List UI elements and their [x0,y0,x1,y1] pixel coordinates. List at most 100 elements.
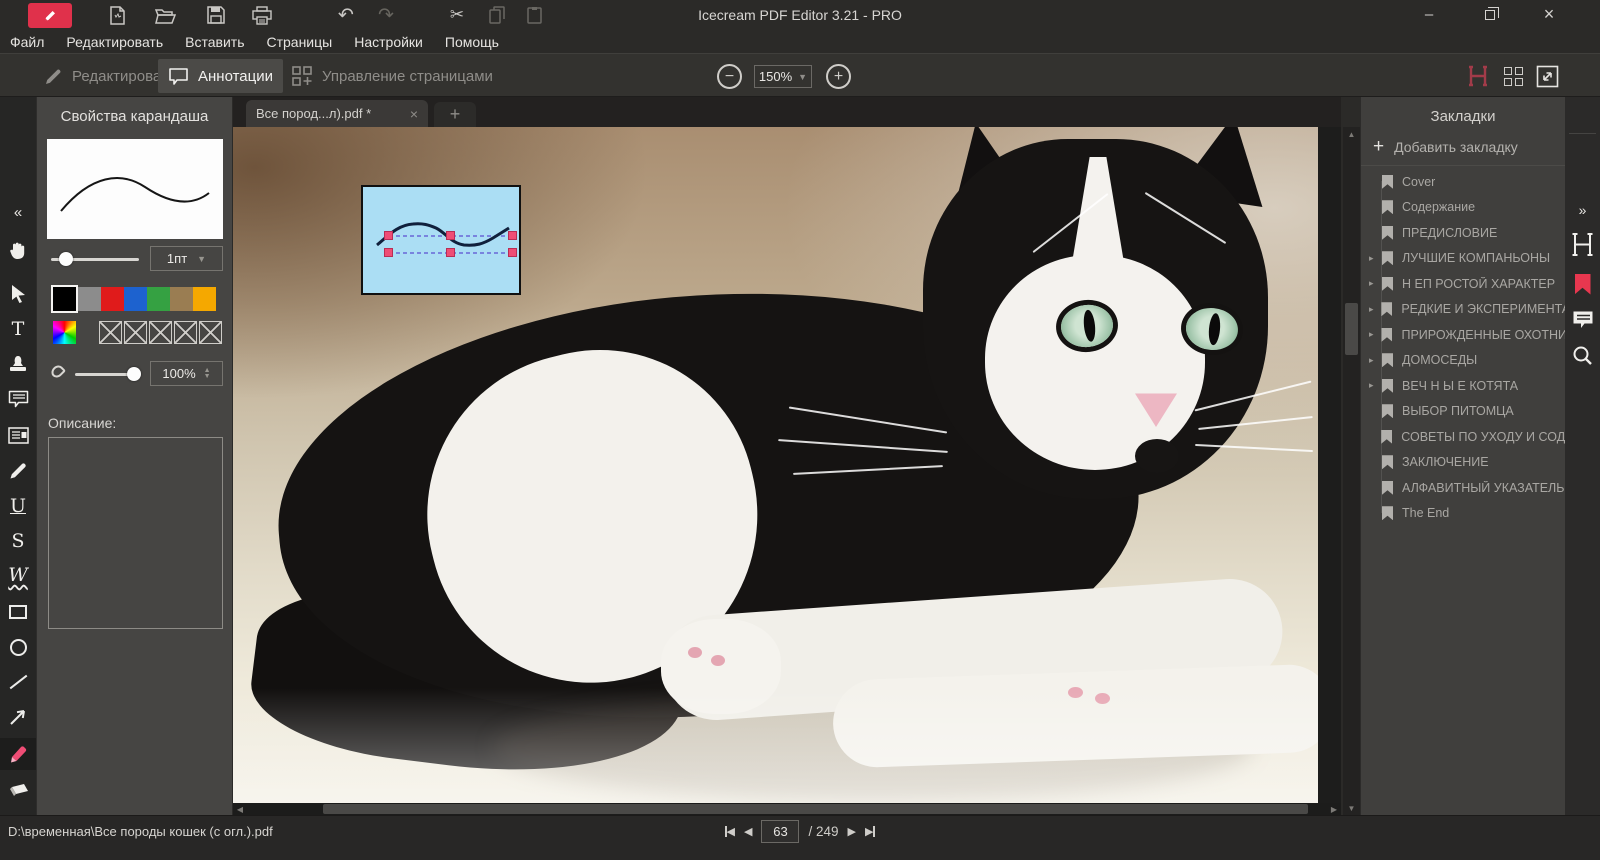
squiggly-underline-tool[interactable]: W [0,559,36,591]
rectangle-tool[interactable] [0,596,36,628]
collapse-right-panel-button[interactable]: » [1565,195,1600,225]
add-bookmark-button[interactable]: + Добавить закладку [1373,137,1518,156]
empty-swatch[interactable] [99,321,122,344]
pencil-draw-tool[interactable] [0,454,36,486]
first-page-button[interactable]: ◀ [724,825,735,838]
custom-color-picker[interactable] [53,321,76,344]
text-tool[interactable]: T [0,313,36,345]
menu-settings[interactable]: Настройки [354,34,423,50]
zoom-level-select[interactable]: 150% ▼ [754,65,812,88]
selection-handle[interactable] [508,248,517,257]
next-page-button[interactable]: ▶ [848,825,856,838]
previous-page-button[interactable]: ◀ [744,825,752,838]
menu-edit[interactable]: Редактировать [66,34,163,50]
grid-view-icon[interactable] [1500,63,1526,89]
bookmark-item[interactable]: ▸ ЛУЧШИЕ КОМПАНЬОНЫ [1361,246,1566,272]
bookmark-item[interactable]: ▸ Н ЕП РОСТОЙ ХАРАКТЕР [1361,271,1566,297]
selection-handle[interactable] [446,231,455,240]
width-select[interactable]: 1пт ▼ [150,246,223,271]
expand-icon[interactable]: ▸ [1369,304,1376,315]
single-page-view-icon[interactable] [1465,63,1491,89]
empty-swatch[interactable] [199,321,222,344]
mode-annotations-button[interactable]: Аннотации [158,59,283,93]
bookmark-item[interactable]: ▸ РЕДКИЕ И ЭКСПЕРИМЕНТА... [1361,297,1566,323]
vertical-scroll-thumb[interactable] [1345,303,1358,355]
stamp-tool[interactable] [0,348,36,380]
color-swatch-green[interactable] [147,287,170,311]
bookmark-item[interactable]: ▸Cover [1361,169,1566,195]
line-tool[interactable] [0,666,36,698]
color-swatch-orange[interactable] [193,287,216,311]
bookmark-item[interactable]: ▸СОВЕТЫ ПО УХОДУ И СОДЕ... [1361,424,1566,450]
highlighter-tool[interactable] [0,738,36,770]
close-button[interactable]: × [1527,0,1571,29]
color-swatch-blue[interactable] [124,287,147,311]
opacity-slider[interactable] [75,367,141,381]
zoom-in-button[interactable]: + [826,64,851,89]
empty-swatch[interactable] [124,321,147,344]
selection-handle[interactable] [508,231,517,240]
scroll-left-icon[interactable]: ◀ [233,803,247,815]
bookmark-item[interactable]: ▸Содержание [1361,195,1566,221]
arrow-tool[interactable] [0,701,36,733]
empty-swatch[interactable] [174,321,197,344]
tab-close-icon[interactable]: × [410,106,418,122]
ellipse-tool[interactable] [0,631,36,663]
fullscreen-icon[interactable] [1534,63,1560,89]
select-tool[interactable] [0,277,36,309]
menu-file[interactable]: Файл [10,34,44,50]
expand-icon[interactable]: ▸ [1369,329,1376,340]
scroll-down-icon[interactable]: ▼ [1343,801,1360,815]
menu-insert[interactable]: Вставить [185,34,244,50]
menu-help[interactable]: Помощь [445,34,499,50]
search-panel-button[interactable] [1565,340,1600,370]
selection-handle[interactable] [446,248,455,257]
empty-swatch[interactable] [149,321,172,344]
mode-page-management-button[interactable]: Управление страницами [282,59,503,93]
selected-ink-annotation[interactable] [361,185,521,295]
zoom-out-button[interactable]: − [717,64,742,89]
bookmark-item[interactable]: ▸АЛФАВИТНЫЙ УКАЗАТЕЛЬ [1361,475,1566,501]
bookmark-item[interactable]: ▸ЗАКЛЮЧЕНИЕ [1361,450,1566,476]
comment-tool[interactable] [0,383,36,415]
width-slider-thumb[interactable] [59,252,73,266]
collapse-panel-button[interactable]: « [0,196,36,228]
strikeout-tool[interactable]: S [0,525,36,557]
color-swatch-black[interactable] [51,285,78,313]
eraser-tool[interactable] [0,774,36,806]
bookmark-item[interactable]: ▸ПРЕДИСЛОВИЕ [1361,220,1566,246]
minimize-button[interactable]: – [1407,0,1451,29]
bookmark-item[interactable]: ▸ ДОМОСЕДЫ [1361,348,1566,374]
expand-icon[interactable]: ▸ [1369,253,1377,264]
comments-panel-button[interactable] [1565,305,1600,335]
expand-icon[interactable]: ▸ [1369,355,1377,366]
vertical-scrollbar[interactable]: ▲ ▼ [1343,127,1360,815]
document-tab[interactable]: Все пород...л).pdf * × [246,100,428,127]
spinner-icon[interactable]: ▲ ▼ [204,367,211,379]
description-input[interactable] [48,437,223,629]
last-page-button[interactable]: ▶ [865,825,876,838]
bookmark-item[interactable]: ▸ВЫБОР ПИТОМЦА [1361,399,1566,425]
expand-icon[interactable]: ▸ [1369,380,1377,391]
bookmark-item[interactable]: ▸ ВЕЧ Н Ы Е КОТЯТА [1361,373,1566,399]
selection-handle[interactable] [384,248,393,257]
bookmarks-panel-button[interactable] [1565,269,1600,299]
menu-pages[interactable]: Страницы [266,34,332,50]
hand-tool[interactable] [0,234,36,266]
text-note-tool[interactable] [0,419,36,451]
restore-button[interactable] [1468,0,1512,29]
expand-icon[interactable]: ▸ [1369,278,1377,289]
page-thumbnails-button[interactable] [1565,229,1600,259]
color-swatch-gray[interactable] [78,287,101,311]
bookmark-item[interactable]: ▸The End [1361,501,1566,527]
new-tab-button[interactable]: + [434,102,476,127]
width-slider[interactable] [51,252,139,266]
color-swatch-brown[interactable] [170,287,193,311]
pdf-canvas[interactable] [233,127,1341,803]
page-number-input[interactable] [761,820,800,843]
scroll-right-icon[interactable]: ▶ [1327,803,1341,815]
underline-tool[interactable]: U [0,490,36,522]
scroll-up-icon[interactable]: ▲ [1343,127,1360,141]
selection-handle[interactable] [384,231,393,240]
color-swatch-red[interactable] [101,287,124,311]
